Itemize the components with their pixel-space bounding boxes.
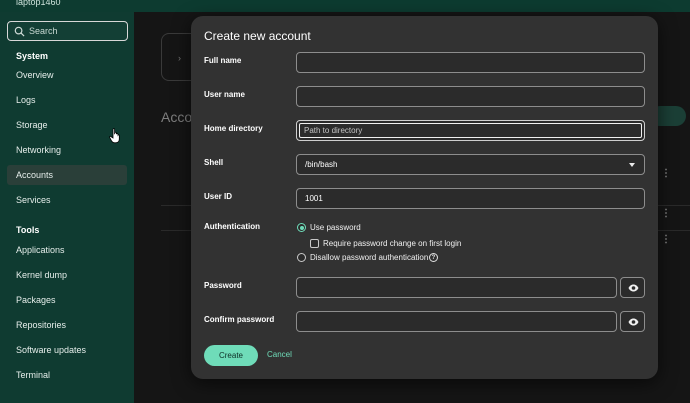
home-directory-placeholder: Path to directory bbox=[304, 126, 363, 135]
confirm-password-label: Confirm password bbox=[204, 315, 275, 324]
user-id-input[interactable]: 1001 bbox=[296, 188, 645, 209]
sidebar-item-kernel-dump[interactable]: Kernel dump bbox=[7, 265, 127, 285]
create-account-dialog: Create new account Full name User name H… bbox=[191, 16, 658, 379]
kebab-icon: ⋮ bbox=[661, 168, 671, 179]
confirm-password-input[interactable] bbox=[296, 311, 617, 332]
sidebar-item-services[interactable]: Services bbox=[7, 190, 127, 210]
sidebar-item-repositories[interactable]: Repositories bbox=[7, 315, 127, 335]
kebab-icon: ⋮ bbox=[661, 234, 671, 245]
user-name-input[interactable] bbox=[296, 86, 645, 107]
hostname: laptop1460 bbox=[16, 0, 61, 7]
eye-icon bbox=[628, 284, 639, 292]
shell-value: /bin/bash bbox=[305, 160, 338, 169]
use-password-label: Use password bbox=[310, 223, 361, 232]
section-tools: Tools bbox=[16, 225, 40, 235]
user-id-value: 1001 bbox=[305, 194, 323, 203]
sidebar-item-logs[interactable]: Logs bbox=[7, 90, 127, 110]
disallow-password-label: Disallow password authentication bbox=[310, 253, 429, 262]
user-id-label: User ID bbox=[204, 192, 233, 201]
cancel-button[interactable]: Cancel bbox=[267, 350, 292, 359]
sidebar-item-overview[interactable]: Overview bbox=[7, 65, 127, 85]
kebab-icon: ⋮ bbox=[661, 208, 671, 219]
eye-icon bbox=[628, 318, 639, 326]
password-label: Password bbox=[204, 281, 242, 290]
top-bar: laptop1460 bbox=[0, 0, 690, 12]
shell-select[interactable]: /bin/bash bbox=[296, 154, 645, 175]
sidebar-item-accounts[interactable]: Accounts bbox=[7, 165, 127, 185]
authentication-label: Authentication bbox=[204, 222, 260, 231]
full-name-label: Full name bbox=[204, 56, 242, 65]
home-directory-label: Home directory bbox=[204, 124, 263, 133]
section-system: System bbox=[16, 51, 49, 61]
search-placeholder: Search bbox=[29, 26, 58, 36]
require-change-label: Require password change on first login bbox=[323, 239, 462, 248]
sidebar-item-terminal[interactable]: Terminal bbox=[7, 365, 127, 385]
create-button[interactable]: Create bbox=[204, 345, 258, 366]
caret-down-icon bbox=[629, 163, 635, 167]
show-confirm-password-button[interactable] bbox=[620, 311, 645, 332]
sidebar: Search System Overview Logs Storage Netw… bbox=[0, 12, 134, 403]
password-input[interactable] bbox=[296, 277, 617, 298]
user-name-label: User name bbox=[204, 90, 245, 99]
show-password-button[interactable] bbox=[620, 277, 645, 298]
chevron-right-icon: › bbox=[178, 53, 181, 63]
sidebar-item-applications[interactable]: Applications bbox=[7, 240, 127, 260]
shell-label: Shell bbox=[204, 158, 224, 167]
dialog-title: Create new account bbox=[204, 29, 311, 43]
hand-cursor-icon bbox=[109, 128, 120, 144]
search-input[interactable]: Search bbox=[7, 21, 128, 41]
require-change-checkbox[interactable] bbox=[310, 239, 319, 248]
use-password-radio[interactable] bbox=[297, 223, 306, 232]
sidebar-item-software-updates[interactable]: Software updates bbox=[7, 340, 127, 360]
search-icon bbox=[14, 26, 25, 37]
home-directory-input[interactable]: Path to directory bbox=[296, 120, 645, 141]
help-icon[interactable]: ? bbox=[429, 253, 438, 262]
disallow-password-radio[interactable] bbox=[297, 253, 306, 262]
sidebar-item-packages[interactable]: Packages bbox=[7, 290, 127, 310]
full-name-input[interactable] bbox=[296, 52, 645, 73]
